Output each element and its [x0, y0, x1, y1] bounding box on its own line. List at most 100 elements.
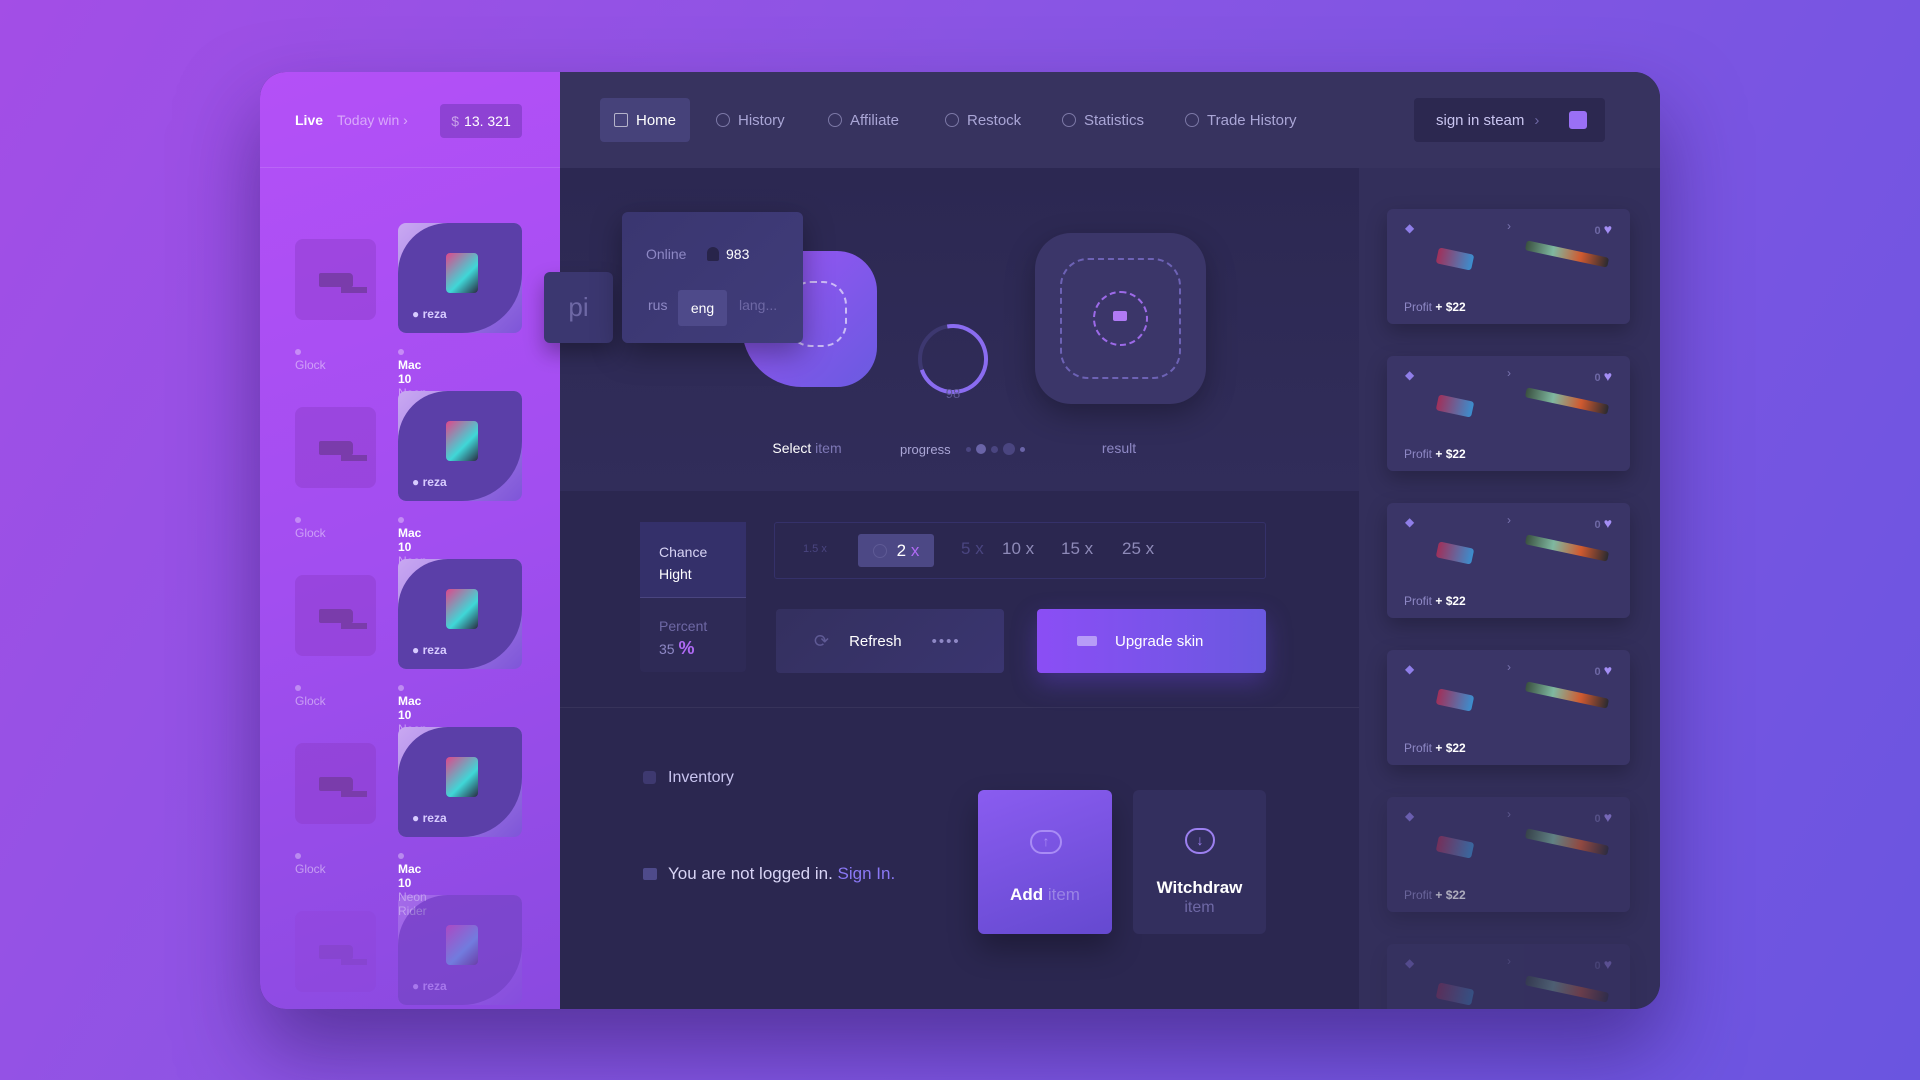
likes[interactable]: 0 ♥ — [1595, 809, 1613, 825]
mac10-card: ● reza — [398, 391, 522, 501]
cloud-upload-icon: ↑ — [1030, 830, 1062, 854]
nav-label: Restock — [967, 111, 1022, 129]
add-item-button[interactable]: ↑ Add item — [978, 790, 1112, 934]
multiplier-10[interactable]: 10 x — [1002, 539, 1034, 559]
multiplier-2[interactable]: 2 x — [858, 534, 934, 567]
multiplier-value: 2 — [896, 540, 907, 560]
today-win-link[interactable]: Today win › — [337, 112, 408, 128]
sign-in-steam-button[interactable]: sign in steam › — [1414, 98, 1605, 142]
multiplier-15[interactable]: 15 x — [1061, 539, 1093, 559]
steam-icon — [1569, 111, 1587, 129]
nav-statistics[interactable]: Statistics — [1048, 98, 1158, 142]
select-label: Select — [772, 440, 812, 456]
chevron-right-icon: › — [1507, 366, 1511, 380]
chevron-right-icon: › — [1534, 111, 1540, 129]
mac10-card: ● reza — [398, 223, 522, 333]
username: reza — [422, 475, 447, 489]
live-feed-sidebar: Live Today win › $13. 321 ● reza Glock M… — [260, 72, 560, 1009]
nav-affiliate[interactable]: Affiliate — [814, 98, 913, 142]
heart-icon: ♥ — [1603, 515, 1612, 531]
mac10-card: ● reza — [398, 727, 522, 837]
smg-icon — [446, 253, 478, 293]
mail-icon — [643, 868, 657, 880]
nav-home[interactable]: Home — [600, 98, 691, 142]
multiplier-value: 10 — [1002, 539, 1021, 558]
chevron-right-icon: › — [1507, 219, 1511, 233]
chance-box: Chance Hight Percent 35 % — [640, 522, 746, 672]
cart-icon — [945, 113, 959, 127]
lang-more[interactable]: lang... — [739, 297, 777, 313]
likes[interactable]: 0 ♥ — [1595, 221, 1613, 237]
recent-upgrade-card[interactable]: ◆› 0 ♥ Profit + $22 — [1387, 356, 1630, 471]
weapon-name: Mac 10 — [398, 862, 422, 890]
multiplier-x: x — [1145, 539, 1155, 558]
select-item-label: Select item — [767, 440, 847, 456]
refresh-icon: ⟳ — [814, 630, 830, 651]
rifle-skin-icon — [1524, 681, 1610, 709]
nav-label: Statistics — [1084, 111, 1145, 129]
glock-name: Glock — [295, 862, 326, 876]
nav-history[interactable]: History — [702, 98, 799, 142]
profit-value: + $22 — [1435, 594, 1466, 608]
multiplier-value: 25 — [1122, 539, 1141, 558]
nav-label: Trade History — [1207, 111, 1297, 129]
gem-icon: ◆ — [1405, 662, 1415, 676]
add-item-label: Add item — [978, 885, 1112, 905]
nav-restock[interactable]: Restock — [931, 98, 1035, 142]
clock-icon — [716, 113, 730, 127]
inventory-icon — [643, 771, 656, 784]
multiplier-x: x — [1025, 539, 1035, 558]
glock-card — [295, 911, 376, 992]
heart-icon: ♥ — [1603, 809, 1612, 825]
side-tab[interactable]: pi — [544, 272, 613, 343]
glock-card — [295, 239, 376, 320]
multiplier-5[interactable]: 5 x — [961, 539, 984, 559]
rifle-skin-icon — [1524, 240, 1610, 268]
nav-trade-history[interactable]: Trade History — [1171, 98, 1310, 142]
chevron-right-icon: › — [1507, 954, 1511, 968]
rifle-skin-icon — [1524, 534, 1610, 562]
left-item-label: Glock — [295, 680, 326, 708]
recent-upgrade-card[interactable]: ◆› 0 ♥ Profit + $22 — [1387, 650, 1630, 765]
profit-text: Profit + $22 — [1404, 594, 1466, 608]
multiplier-25[interactable]: 25 x — [1122, 539, 1154, 559]
lang-eng[interactable]: eng — [678, 290, 727, 326]
multiplier-1.5[interactable]: 1.5 x — [803, 543, 827, 555]
gem-icon: ◆ — [1405, 221, 1415, 235]
gem-icon: ◆ — [1405, 515, 1415, 529]
item-label: item — [1184, 899, 1215, 916]
rifle-skin-icon — [1524, 387, 1610, 415]
percent-sign: % — [678, 638, 695, 658]
card-user: ● reza — [412, 811, 447, 825]
mac10-card: ● reza — [398, 559, 522, 669]
refresh-button[interactable]: ⟳ Refresh •••• — [776, 609, 1004, 673]
recent-upgrade-card[interactable]: ◆› 0 ♥ Profit + $22 — [1387, 797, 1630, 912]
result-label: result — [1101, 440, 1137, 456]
lang-rus[interactable]: rus — [648, 297, 667, 313]
like-count: 0 — [1594, 372, 1601, 384]
likes[interactable]: 0 ♥ — [1595, 956, 1613, 972]
likes[interactable]: 0 ♥ — [1595, 368, 1613, 384]
gem-icon: ◆ — [1405, 368, 1415, 382]
progress-dots — [966, 443, 1025, 455]
sign-in-link[interactable]: Sign In. — [838, 864, 896, 883]
recent-upgrade-card[interactable]: ◆› 0 ♥ Profit + $22 — [1387, 944, 1630, 1009]
recent-upgrade-card[interactable]: ◆› 0 ♥ Profit + $22 — [1387, 209, 1630, 324]
pistol-icon — [1077, 636, 1097, 646]
upgrade-skin-button[interactable]: Upgrade skin — [1037, 609, 1266, 673]
card-user: ● reza — [412, 475, 447, 489]
percent-label: Percent — [659, 618, 708, 634]
recent-upgrade-card[interactable]: ◆› 0 ♥ Profit + $22 — [1387, 503, 1630, 618]
likes[interactable]: 0 ♥ — [1595, 515, 1613, 531]
recent-upgrades: ◆ › 0 ♥ Profit + $22 ◆ › 0 ♥ Profit + $22 ◆ ›… — [1359, 168, 1660, 1009]
withdraw-item-button[interactable]: ↓ Witchdraw item — [1133, 790, 1266, 934]
sign-in-label: sign in steam — [1436, 111, 1525, 129]
heart-icon: ♥ — [1603, 662, 1612, 678]
trade-icon — [1185, 113, 1199, 127]
card-user: ● reza — [412, 307, 447, 321]
pistol-icon — [318, 776, 353, 791]
chance-label: Chance — [659, 544, 708, 560]
likes[interactable]: 0 ♥ — [1595, 662, 1613, 678]
pistol-skin-icon — [1435, 394, 1475, 418]
profit-label: Profit — [1404, 447, 1433, 461]
